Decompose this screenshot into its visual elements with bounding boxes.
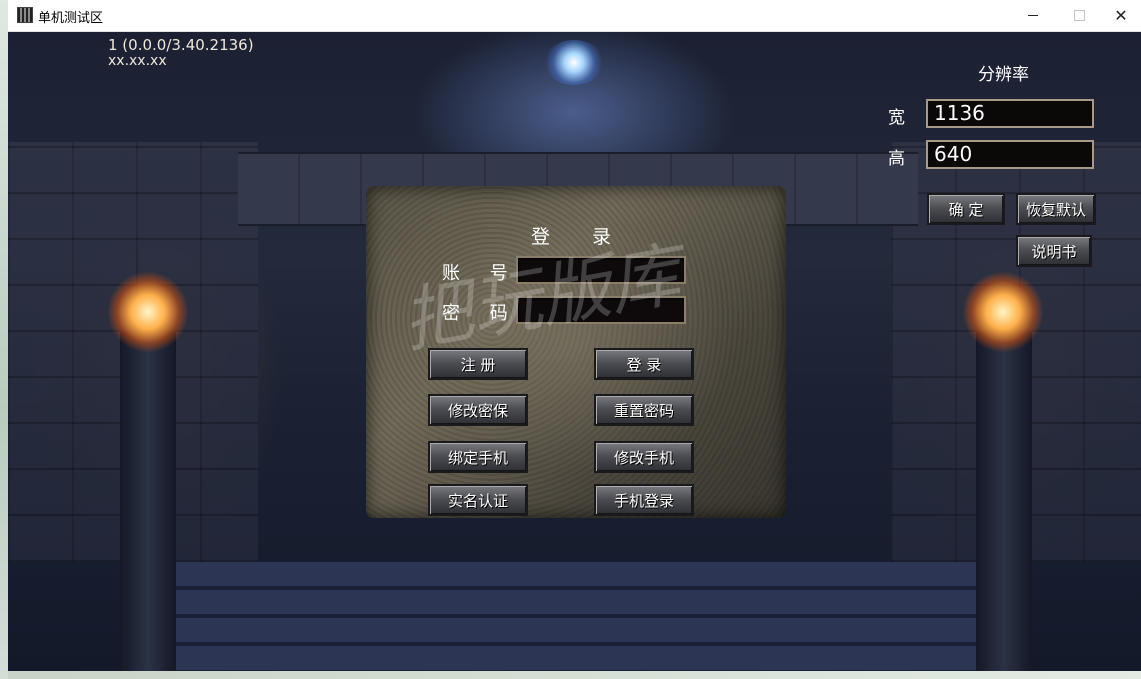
bind-phone-button[interactable]: 绑定手机 [428,441,528,473]
maximize-button[interactable] [1056,0,1102,31]
phone-login-button[interactable]: 手机登录 [594,484,694,516]
manual-button[interactable]: 说明书 [1016,235,1092,267]
close-icon: ✕ [1114,6,1128,25]
width-input[interactable]: 1136 [926,99,1094,128]
width-label: 宽 [888,108,905,128]
resolution-title: 分辨率 [978,65,1029,85]
account-input[interactable] [516,256,686,284]
minimize-button[interactable] [1010,0,1056,31]
desktop-background-bottom [8,671,1141,679]
confirm-resolution-button[interactable]: 确 定 [927,193,1005,225]
password-label: 密 码 [442,303,520,324]
window-titlebar[interactable]: 单机测试区 ✕ [8,0,1141,32]
reset-password-button[interactable]: 重置密码 [594,394,694,426]
desktop-background-edge [0,0,8,679]
change-phone-button[interactable]: 修改手机 [594,441,694,473]
app-icon [17,7,33,23]
reset-default-button[interactable]: 恢复默认 [1016,193,1096,225]
game-viewport[interactable]: 1 (0.0.0/3.40.2136) xx.xx.xx 分辨率 宽 1136 … [8,32,1141,671]
window-title: 单机测试区 [38,11,104,26]
height-input[interactable]: 640 [926,140,1094,169]
maximize-icon [1073,10,1085,21]
login-title: 登 录 [531,226,630,248]
version-text: 1 (0.0.0/3.40.2136) [108,36,254,54]
temple-steps [158,562,998,671]
lamp-pillar-right [976,332,1032,671]
change-security-button[interactable]: 修改密保 [428,394,528,426]
lamp-pillar-left [120,332,176,671]
version-info: 1 (0.0.0/3.40.2136) xx.xx.xx [108,37,254,69]
ip-text: xx.xx.xx [108,53,167,69]
login-button[interactable]: 登 录 [594,348,694,380]
real-name-button[interactable]: 实名认证 [428,484,528,516]
lamp-glow-left [108,272,188,352]
register-button[interactable]: 注 册 [428,348,528,380]
height-label: 高 [888,149,905,169]
close-button[interactable]: ✕ [1098,0,1141,31]
minimize-icon [1028,15,1038,16]
ceiling-orb-light [544,40,604,85]
password-input[interactable] [516,296,686,324]
lamp-glow-right [963,272,1043,352]
account-label: 账 号 [442,263,520,284]
